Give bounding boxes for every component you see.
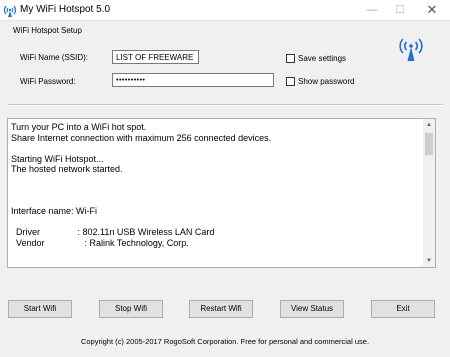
stop-wifi-button[interactable]: Stop Wifi [99, 300, 163, 318]
divider [8, 104, 442, 106]
scroll-down-icon[interactable]: ▼ [423, 255, 435, 267]
scroll-up-icon[interactable]: ▲ [423, 119, 435, 131]
restart-wifi-button[interactable]: Restart Wifi [189, 300, 253, 318]
save-settings-label[interactable]: Save settings [298, 54, 346, 63]
show-password-label[interactable]: Show password [298, 77, 354, 86]
log-text: Turn your PC into a WiFi hot spot. Share… [11, 122, 272, 248]
maximize-button[interactable]: ☐ [386, 0, 414, 20]
ssid-input[interactable] [112, 50, 199, 64]
copyright-text: Copyright (c) 2005-2017 RogoSoft Corpora… [80, 337, 370, 346]
wifi-broadcast-icon [399, 38, 423, 61]
exit-button[interactable]: Exit [371, 300, 435, 318]
section-title: WiFi Hotspot Setup [13, 26, 82, 35]
password-input[interactable] [112, 73, 274, 87]
start-wifi-button[interactable]: Start Wifi [8, 300, 72, 318]
minimize-button[interactable]: — [358, 0, 386, 20]
save-settings-checkbox[interactable] [286, 54, 295, 63]
ssid-label: WiFi Name (SSID): [20, 53, 88, 62]
show-password-checkbox[interactable] [286, 77, 295, 86]
view-status-button[interactable]: View Status [280, 300, 344, 318]
log-output[interactable]: Turn your PC into a WiFi hot spot. Share… [7, 118, 436, 268]
log-scrollbar[interactable]: ▲ ▼ [423, 119, 435, 267]
close-button[interactable]: ✕ [418, 0, 446, 20]
window-title: My WiFi Hotspot 5.0 [20, 4, 111, 15]
password-label: WiFi Password: [20, 77, 76, 86]
scrollbar-thumb[interactable] [425, 133, 433, 155]
app-wifi-icon [3, 5, 17, 17]
title-bar[interactable]: My WiFi Hotspot 5.0 — ☐ ✕ [0, 0, 450, 21]
